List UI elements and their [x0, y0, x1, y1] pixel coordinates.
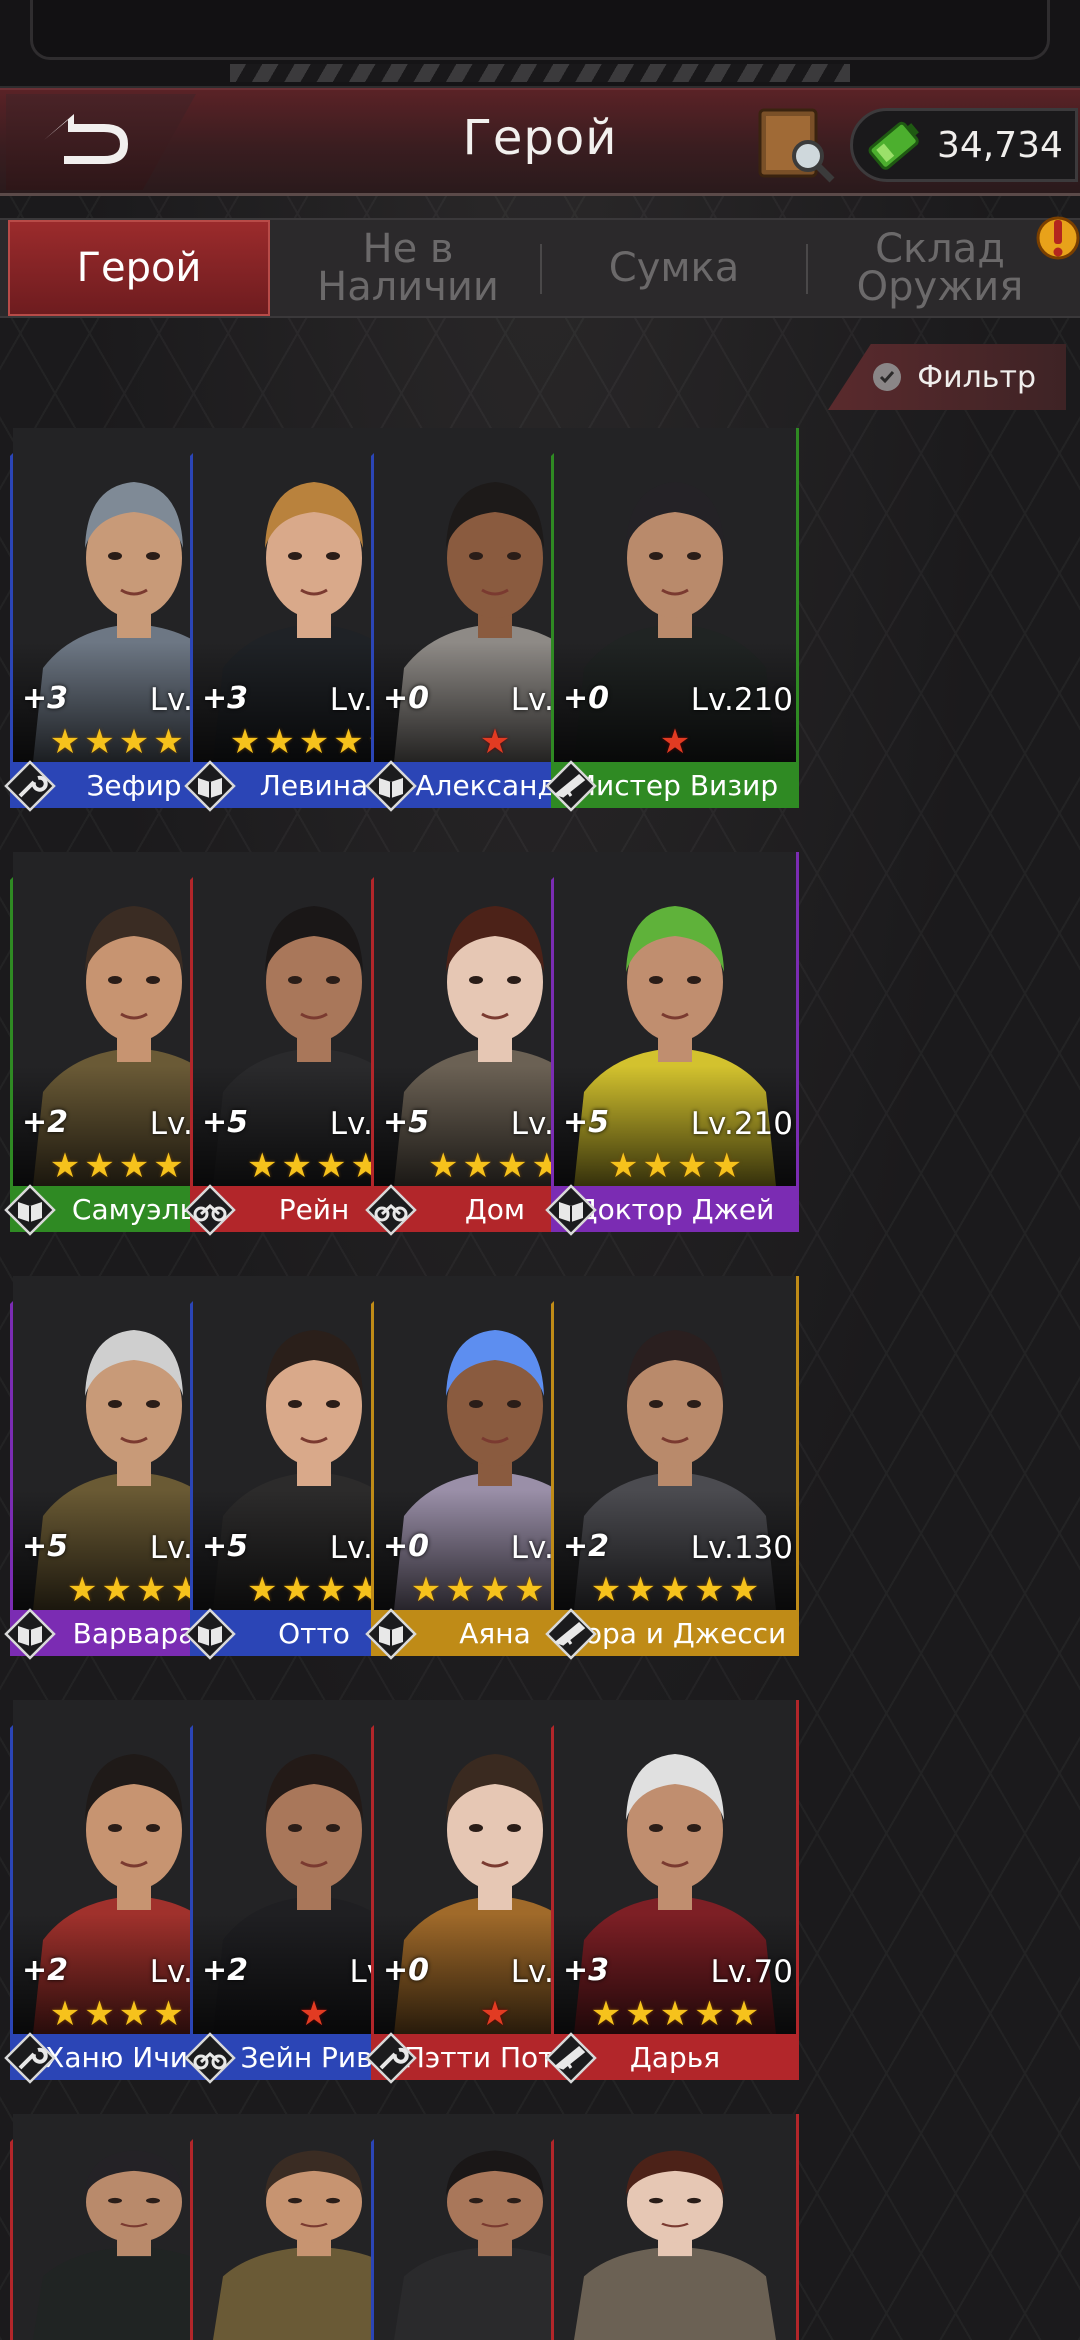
hero-plus-level: +0 — [383, 1953, 430, 1988]
star-icon: ★ — [49, 722, 81, 762]
star-icon: ★ — [694, 1994, 725, 2034]
star-icon: ★ — [84, 1994, 115, 2034]
star-icon: ★ — [479, 1570, 511, 1610]
book-icon — [184, 1608, 236, 1660]
star-icon: ★ — [445, 1570, 476, 1610]
star-icon: ★ — [479, 722, 511, 762]
star-icon: ★ — [316, 1570, 347, 1610]
star-rating: ★ ★ ★ ★ — [551, 1146, 799, 1186]
star-icon: ★ — [49, 1146, 81, 1186]
star-icon: ★ — [247, 1570, 278, 1610]
wrench-icon — [365, 2032, 417, 2084]
hero-grid: +3Lv.210★★★★★Зефир +3Lv.210★★★★★Левина +… — [0, 0, 1080, 2340]
hero-plus-level: +3 — [563, 1953, 610, 1988]
hero-plus-level: +5 — [202, 1529, 249, 1564]
star-icon: ★ — [281, 1146, 312, 1186]
star-rating: ★ — [551, 722, 799, 762]
star-icon: ★ — [659, 1570, 691, 1610]
star-icon: ★ — [659, 1994, 691, 2034]
hero-plus-level: +2 — [563, 1529, 610, 1564]
motorcycle-icon — [184, 2032, 236, 2084]
star-icon: ★ — [67, 1570, 98, 1610]
motorcycle-icon — [184, 1184, 236, 1236]
star-icon: ★ — [590, 1994, 622, 2034]
book-icon — [545, 1184, 597, 1236]
hero-plus-level: +3 — [22, 681, 69, 716]
hero-portrait — [554, 2114, 796, 2340]
star-icon: ★ — [728, 1994, 760, 2034]
hero-card-partial[interactable] — [551, 2114, 799, 2340]
star-icon: ★ — [264, 722, 295, 762]
hero-plus-level: +0 — [383, 1529, 430, 1564]
hero-level: Lv.70 — [710, 1954, 793, 1990]
star-icon: ★ — [247, 1146, 278, 1186]
star-icon: ★ — [497, 1146, 528, 1186]
hero-plus-level: +5 — [563, 1105, 610, 1140]
star-icon: ★ — [49, 1994, 81, 2034]
star-icon: ★ — [711, 1146, 742, 1186]
hero-card[interactable]: +5 Lv.210 ★ ★ ★ ★ Доктор Джей — [545, 852, 799, 1236]
hero-card[interactable]: +0 Lv.210 ★ Мистер Визир — [545, 428, 799, 812]
hero-plus-level: +5 — [22, 1529, 69, 1564]
star-icon: ★ — [428, 1146, 459, 1186]
star-icon: ★ — [229, 722, 261, 762]
star-icon: ★ — [298, 1994, 330, 2034]
star-icon: ★ — [659, 722, 691, 762]
book-icon — [4, 1608, 56, 1660]
star-icon: ★ — [625, 1570, 656, 1610]
star-icon: ★ — [153, 1994, 184, 2034]
hero-plus-level: +0 — [383, 681, 430, 716]
star-icon: ★ — [333, 722, 364, 762]
star-icon: ★ — [153, 722, 184, 762]
hero-card[interactable]: +2 Lv.130 ★ ★ ★ ★ ★ Лора и Джесси — [545, 1276, 799, 1660]
star-icon: ★ — [608, 1146, 639, 1186]
star-icon: ★ — [694, 1570, 725, 1610]
star-icon: ★ — [153, 1146, 184, 1186]
star-icon: ★ — [118, 1146, 150, 1186]
star-icon: ★ — [84, 722, 115, 762]
star-rating: ★★★★★ — [551, 1570, 799, 1610]
star-icon: ★ — [677, 1146, 708, 1186]
star-icon: ★ — [728, 1570, 760, 1610]
star-icon: ★ — [479, 1994, 511, 2034]
hero-level: Lv.130 — [690, 1530, 793, 1566]
hero-card[interactable]: +3 Lv.70 ★ ★ ★ ★ ★ Дарья — [545, 1700, 799, 2084]
wrench-icon — [4, 760, 56, 812]
rifle-icon — [545, 2032, 597, 2084]
hero-plus-level: +2 — [202, 1953, 249, 1988]
star-icon: ★ — [298, 722, 330, 762]
star-rating: ★★★★★ — [551, 1994, 799, 2034]
motorcycle-icon — [365, 1184, 417, 1236]
star-icon: ★ — [118, 722, 150, 762]
portrait-area — [554, 2114, 796, 2340]
book-icon — [184, 760, 236, 812]
hero-plus-level: +5 — [202, 1105, 249, 1140]
book-icon — [4, 1184, 56, 1236]
hero-level: Lv.210 — [690, 1106, 793, 1142]
hero-plus-level: +2 — [22, 1105, 69, 1140]
star-icon: ★ — [101, 1570, 132, 1610]
star-icon: ★ — [462, 1146, 493, 1186]
book-icon — [365, 1608, 417, 1660]
star-icon: ★ — [514, 1570, 545, 1610]
star-icon: ★ — [642, 1146, 673, 1186]
star-icon: ★ — [316, 1146, 347, 1186]
star-icon: ★ — [136, 1570, 167, 1610]
star-icon: ★ — [281, 1570, 312, 1610]
hero-plus-level: +3 — [202, 681, 249, 716]
star-icon: ★ — [84, 1146, 115, 1186]
rifle-icon — [545, 760, 597, 812]
hero-plus-level: +0 — [563, 681, 610, 716]
hero-plus-level: +2 — [22, 1953, 69, 1988]
hero-plus-level: +5 — [383, 1105, 430, 1140]
star-icon: ★ — [118, 1994, 150, 2034]
star-icon: ★ — [625, 1994, 656, 2034]
book-icon — [365, 760, 417, 812]
wrench-icon — [4, 2032, 56, 2084]
hero-level: Lv.210 — [690, 682, 793, 718]
star-icon: ★ — [410, 1570, 442, 1610]
star-icon: ★ — [590, 1570, 622, 1610]
rifle-icon — [545, 1608, 597, 1660]
